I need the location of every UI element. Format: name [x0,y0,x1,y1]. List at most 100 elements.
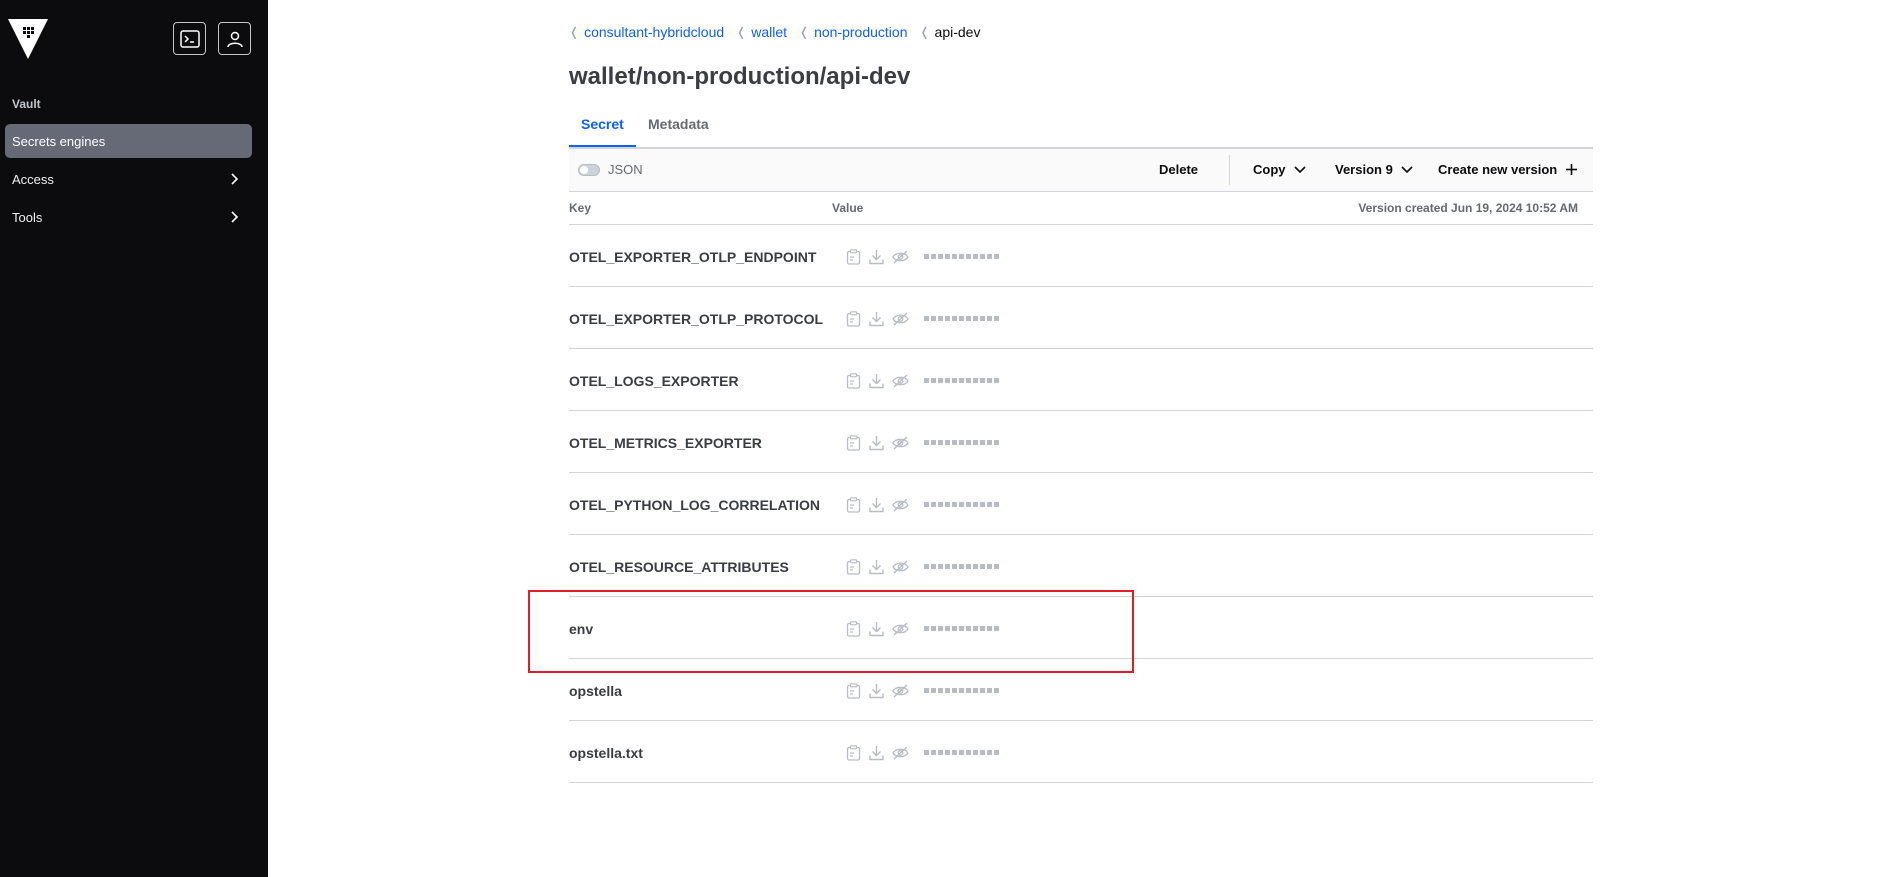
secret-key: OTEL_EXPORTER_OTLP_PROTOCOL [569,311,824,327]
breadcrumb-item: ❬ consultant-hybridcloud [569,24,724,40]
row-actions [846,311,909,332]
row-actions [846,745,909,766]
breadcrumb-separator-icon: ❬ [799,25,810,39]
sidebar-item-label: Access [12,171,54,187]
row-actions [846,683,909,704]
download-icon[interactable] [869,497,884,518]
chevron-down-icon [1293,165,1306,173]
terminal-icon [179,29,200,48]
copy-icon[interactable] [846,311,861,332]
download-icon[interactable] [869,559,884,580]
tab-metadata[interactable]: Metadata [636,114,721,147]
page-title: wallet/non-production/api-dev [569,63,911,90]
version-dropdown-button[interactable]: Version 9 [1335,162,1413,177]
eye-off-icon[interactable] [892,435,909,456]
row-actions [846,373,909,394]
breadcrumb: ❬ consultant-hybridcloud ❬ wallet ❬ non-… [569,24,992,40]
eye-off-icon[interactable] [892,745,909,766]
breadcrumb-item: ❬ non-production [799,24,907,40]
table-row: OTEL_RESOURCE_ATTRIBUTES [569,535,1593,597]
tab-secret[interactable]: Secret [569,114,636,147]
breadcrumb-item: ❬ wallet [736,24,787,40]
secret-key: OTEL_LOGS_EXPORTER [569,373,739,389]
user-menu-button[interactable] [218,22,251,55]
eye-off-icon[interactable] [892,311,909,332]
row-actions [846,559,909,580]
breadcrumb-link[interactable]: wallet [751,24,787,40]
breadcrumb-separator-icon: ❬ [569,25,580,39]
sidebar-item-access[interactable]: Access [5,162,252,196]
sidebar-item-label: Tools [12,209,43,225]
masked-value [924,564,999,569]
copy-button-label: Copy [1253,162,1286,177]
table-row: OTEL_EXPORTER_OTLP_PROTOCOL [569,287,1593,349]
secret-key: OTEL_EXPORTER_OTLP_ENDPOINT [569,249,817,265]
version-created-text: Version created Jun 19, 2024 10:52 AM [1358,201,1578,215]
copy-icon[interactable] [846,745,861,766]
json-toggle-label: JSON [608,162,643,177]
copy-icon[interactable] [846,683,861,704]
masked-value [924,688,999,693]
create-new-version-button[interactable]: Create new version [1438,162,1578,177]
json-toggle[interactable] [578,164,600,176]
copy-icon[interactable] [846,373,861,394]
download-icon[interactable] [869,311,884,332]
row-actions [846,497,909,518]
table-row: OTEL_PYTHON_LOG_CORRELATION [569,473,1593,535]
masked-value [924,750,999,755]
copy-dropdown-button[interactable]: Copy [1253,162,1306,177]
user-icon [226,31,243,47]
eye-off-icon[interactable] [892,249,909,270]
eye-off-icon[interactable] [892,683,909,704]
vault-logo-icon[interactable] [8,19,48,59]
chevron-right-icon [231,173,239,185]
plus-icon [1566,164,1578,175]
version-button-label: Version 9 [1335,162,1393,177]
download-icon[interactable] [869,683,884,704]
eye-off-icon[interactable] [892,497,909,518]
breadcrumb-link[interactable]: non-production [814,24,907,40]
masked-value [924,440,999,445]
sidebar-item-label: Secrets engines [12,133,106,149]
delete-button[interactable]: Delete [1159,162,1198,177]
chevron-right-icon [231,211,239,223]
table-row: OTEL_METRICS_EXPORTER [569,411,1593,473]
copy-icon[interactable] [846,497,861,518]
sidebar-item-tools[interactable]: Tools [5,200,252,234]
copy-icon[interactable] [846,559,861,580]
delete-button-label: Delete [1159,162,1199,177]
secret-key: opstella [569,683,622,699]
table-row: opstella.txt [569,721,1593,783]
row-actions [846,249,909,270]
sidebar: Vault Secrets engines Access Tools [0,0,268,877]
secret-key: opstella.txt [569,745,643,761]
key-column-header: Key [569,201,592,215]
copy-icon[interactable] [846,435,861,456]
copy-icon[interactable] [846,249,861,270]
sidebar-heading: Vault [12,97,41,111]
value-column-header: Value [832,201,864,215]
secret-key: OTEL_METRICS_EXPORTER [569,435,762,451]
download-icon[interactable] [869,435,884,456]
eye-off-icon[interactable] [892,373,909,394]
table-row: OTEL_EXPORTER_OTLP_ENDPOINT [569,225,1593,287]
row-actions [846,435,909,456]
download-icon[interactable] [869,745,884,766]
download-icon[interactable] [869,373,884,394]
breadcrumb-separator-icon: ❬ [919,25,930,39]
tab-bar: Secret Metadata [569,114,1593,148]
toolbar: JSON Delete Copy Version 9 Create new ve… [569,148,1593,192]
breadcrumb-link[interactable]: consultant-hybridcloud [584,24,724,40]
create-button-label: Create new version [1438,162,1558,177]
masked-value [924,316,999,321]
sidebar-item-secrets-engines[interactable]: Secrets engines [5,124,252,158]
masked-value [924,254,999,259]
terminal-button[interactable] [173,22,206,55]
masked-value [924,502,999,507]
breadcrumb-separator-icon: ❬ [736,25,747,39]
breadcrumb-item: ❬ api-dev [919,24,980,40]
download-icon[interactable] [869,249,884,270]
eye-off-icon[interactable] [892,559,909,580]
secret-key: OTEL_RESOURCE_ATTRIBUTES [569,559,789,575]
chevron-down-icon [1401,165,1413,173]
